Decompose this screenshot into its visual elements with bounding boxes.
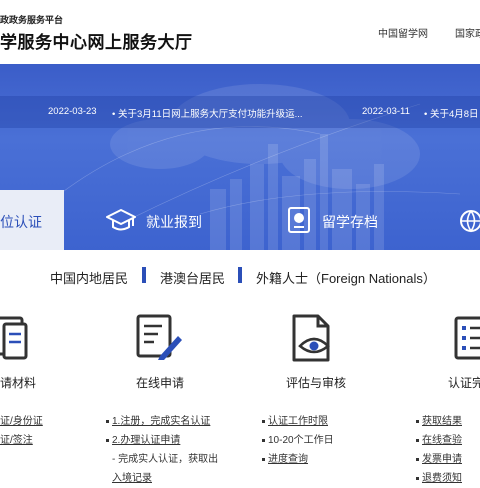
list-item[interactable]: 2.办理认证申请 <box>106 431 218 450</box>
site-title[interactable]: 学服务中心网上服务大厅 <box>0 28 193 53</box>
review-eye-icon <box>292 314 330 362</box>
step-title-online-apply: 在线申请 <box>136 376 185 390</box>
step-list-review: 认证工作时限 10-20个工作日 进度查询 <box>262 412 334 469</box>
list-item: 10-20个工作日 <box>262 431 334 450</box>
archive-badge-icon <box>288 207 310 233</box>
list-item: - 完成实人认证，获取出 <box>112 454 219 465</box>
list-item[interactable]: 证/身份证 <box>0 412 43 431</box>
list-item[interactable]: 发票申请 <box>416 450 462 469</box>
documents-icon <box>0 316 28 360</box>
top-link-gov[interactable]: 国家政 <box>455 25 480 40</box>
news-date: 2022-03-23 <box>48 106 97 117</box>
checklist-icon <box>454 316 480 360</box>
tab-study-archive[interactable]: 留学存档 <box>284 200 394 240</box>
category-mainland[interactable]: 中国内地居民 <box>50 268 128 287</box>
category-hk-macao-taiwan[interactable]: 港澳台居民 <box>160 268 225 287</box>
list-item[interactable]: 认证工作时限 <box>262 412 334 431</box>
category-divider <box>142 267 146 283</box>
list-item[interactable]: 进度查询 <box>262 450 334 469</box>
tab-job-registration[interactable]: 就业报到 <box>106 200 216 240</box>
category-foreign-nationals[interactable]: 外籍人士（Foreign Nationals） <box>256 268 436 287</box>
step-title-complete: 认证完 <box>448 376 480 390</box>
applicant-category-row: 中国内地居民 港澳台居民 外籍人士（Foreign Nationals） <box>0 263 480 289</box>
site-header: 政政务服务平台 学服务中心网上服务大厅 中国留学网 国家政 <box>0 0 480 64</box>
tab-job-registration-label: 就业报到 <box>146 214 202 230</box>
step-list-complete: 获取结果 在线查验 发票申请 退费须知 <box>416 412 462 488</box>
graduation-cap-icon <box>106 209 136 231</box>
news-date: 2022-03-11 <box>362 106 410 117</box>
news-link[interactable]: • 关于4月8日 <box>424 106 479 120</box>
hero-banner: 2022-03-23 • 关于3月11日网上服务大厅支付功能升级运... 202… <box>0 64 480 250</box>
platform-name: 政政务服务平台 <box>0 15 64 25</box>
news-ticker: 2022-03-23 • 关于3月11日网上服务大厅支付功能升级运... 202… <box>0 96 480 128</box>
list-item[interactable]: 退费须知 <box>416 469 462 488</box>
step-title-review: 评估与审核 <box>286 376 347 390</box>
step-title-materials: 请材料 <box>0 376 37 390</box>
globe-icon <box>460 210 480 233</box>
tab-study-archive-label: 留学存档 <box>322 214 378 230</box>
category-divider <box>238 267 242 283</box>
city-skyline-art <box>59 84 461 250</box>
online-form-icon <box>136 314 182 360</box>
list-item[interactable]: 获取结果 <box>416 412 462 431</box>
step-list-online-apply: 1.注册，完成实名认证 2.办理认证申请 - 完成实人认证，获取出 入境记录 <box>106 412 218 488</box>
list-item[interactable]: 证/签注 <box>0 431 43 450</box>
top-link-cscse[interactable]: 中国留学网 <box>378 25 428 40</box>
tab-degree-certification-label[interactable]: 位认证 <box>0 212 42 232</box>
tab-more-services[interactable] <box>454 200 480 240</box>
list-item[interactable]: 1.注册，完成实名认证 <box>106 412 218 431</box>
step-list-materials: 证/身份证 证/签注 <box>0 412 43 450</box>
list-item[interactable]: 在线查验 <box>416 431 462 450</box>
news-link[interactable]: • 关于3月11日网上服务大厅支付功能升级运... <box>112 106 303 120</box>
list-item[interactable]: 入境记录 <box>106 469 218 488</box>
